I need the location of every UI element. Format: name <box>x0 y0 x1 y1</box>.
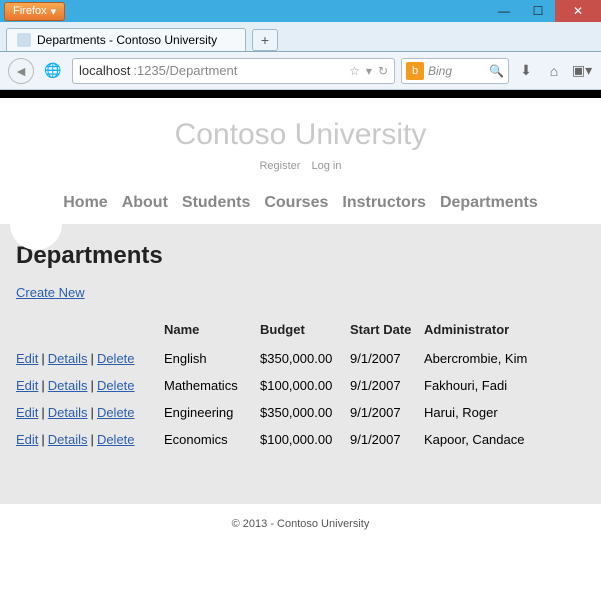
nav-departments[interactable]: Departments <box>440 194 538 212</box>
close-button[interactable]: ✕ <box>555 0 601 22</box>
edit-link[interactable]: Edit <box>16 405 38 420</box>
cell-administrator: Fakhouri, Fadi <box>424 372 535 399</box>
cell-budget: $100,000.00 <box>260 372 350 399</box>
footer: © 2013 - Contoso University <box>0 504 601 544</box>
dropdown-icon[interactable]: ▾ <box>366 64 372 78</box>
cell-start-date: 9/1/2007 <box>350 399 424 426</box>
firefox-menu-button[interactable]: Firefox ▾ <box>4 2 65 21</box>
details-link[interactable]: Details <box>48 351 88 366</box>
table-row: Edit|Details|DeleteEnglish$350,000.009/1… <box>16 345 535 372</box>
delete-link[interactable]: Delete <box>97 405 135 420</box>
delete-link[interactable]: Delete <box>97 432 135 447</box>
nav-home[interactable]: Home <box>63 194 107 212</box>
browser-tab[interactable]: Departments - Contoso University <box>6 28 246 51</box>
cell-budget: $350,000.00 <box>260 399 350 426</box>
cell-start-date: 9/1/2007 <box>350 426 424 453</box>
nav-courses[interactable]: Courses <box>264 194 328 212</box>
cell-actions: Edit|Details|Delete <box>16 345 164 372</box>
cell-name: Mathematics <box>164 372 260 399</box>
window-controls: — ☐ ✕ <box>487 0 601 22</box>
table-row: Edit|Details|DeleteEconomics$100,000.009… <box>16 426 535 453</box>
cell-actions: Edit|Details|Delete <box>16 426 164 453</box>
download-icon[interactable]: ⬇ <box>515 60 537 82</box>
tab-bar: Departments - Contoso University + <box>0 22 601 52</box>
cell-name: English <box>164 345 260 372</box>
create-new-link[interactable]: Create New <box>16 285 85 300</box>
bookmark-icon[interactable]: ☆ <box>349 64 360 78</box>
home-icon[interactable]: ⌂ <box>543 60 565 82</box>
bookmarks-menu-icon[interactable]: ▣▾ <box>571 60 593 82</box>
page-icon <box>17 33 31 47</box>
cell-administrator: Abercrombie, Kim <box>424 345 535 372</box>
col-name: Name <box>164 318 260 345</box>
details-link[interactable]: Details <box>48 405 88 420</box>
main-nav: Home About Students Courses Instructors … <box>0 182 601 224</box>
delete-link[interactable]: Delete <box>97 378 135 393</box>
search-placeholder: Bing <box>428 64 452 78</box>
page-title: Departments <box>16 242 585 270</box>
content-area: Departments Create New Name Budget Start… <box>0 224 601 504</box>
delete-link[interactable]: Delete <box>97 351 135 366</box>
cell-administrator: Kapoor, Candace <box>424 426 535 453</box>
search-icon[interactable]: 🔍 <box>489 64 504 78</box>
details-link[interactable]: Details <box>48 378 88 393</box>
edit-link[interactable]: Edit <box>16 432 38 447</box>
url-actions: ☆ ▾ ↻ <box>349 64 388 78</box>
nav-students[interactable]: Students <box>182 194 250 212</box>
details-link[interactable]: Details <box>48 432 88 447</box>
cell-name: Engineering <box>164 399 260 426</box>
nav-instructors[interactable]: Instructors <box>342 194 426 212</box>
back-button[interactable]: ◄ <box>8 58 34 84</box>
nav-toolbar: ◄ 🌐 localhost:1235/Department ☆ ▾ ↻ b Bi… <box>0 52 601 90</box>
table-row: Edit|Details|DeleteMathematics$100,000.0… <box>16 372 535 399</box>
browser-window: Firefox ▾ — ☐ ✕ Departments - Contoso Un… <box>0 0 601 595</box>
cell-start-date: 9/1/2007 <box>350 345 424 372</box>
maximize-button[interactable]: ☐ <box>521 0 555 22</box>
minimize-button[interactable]: — <box>487 0 521 22</box>
register-link[interactable]: Register <box>259 160 300 172</box>
avatar <box>10 198 62 250</box>
url-path: :1235/Department <box>133 63 237 78</box>
search-input[interactable]: b Bing 🔍 <box>401 58 509 84</box>
globe-icon: 🌐 <box>40 58 66 84</box>
bing-icon: b <box>406 62 424 80</box>
firefox-label: Firefox <box>13 5 47 17</box>
departments-table: Name Budget Start Date Administrator Edi… <box>16 318 535 453</box>
table-row: Edit|Details|DeleteEngineering$350,000.0… <box>16 399 535 426</box>
cell-start-date: 9/1/2007 <box>350 372 424 399</box>
cell-actions: Edit|Details|Delete <box>16 399 164 426</box>
edit-link[interactable]: Edit <box>16 378 38 393</box>
new-tab-button[interactable]: + <box>252 29 278 51</box>
chevron-down-icon: ▾ <box>51 5 57 18</box>
edit-link[interactable]: Edit <box>16 351 38 366</box>
nav-about[interactable]: About <box>122 194 168 212</box>
site-header: Contoso University Register Log in <box>0 98 601 182</box>
reload-icon[interactable]: ↻ <box>378 64 388 78</box>
col-administrator: Administrator <box>424 318 535 345</box>
col-budget: Budget <box>260 318 350 345</box>
tab-title: Departments - Contoso University <box>37 33 217 47</box>
col-actions <box>16 318 164 345</box>
cell-budget: $100,000.00 <box>260 426 350 453</box>
col-start-date: Start Date <box>350 318 424 345</box>
top-accent-bar <box>0 90 601 98</box>
cell-budget: $350,000.00 <box>260 345 350 372</box>
cell-administrator: Harui, Roger <box>424 399 535 426</box>
cell-actions: Edit|Details|Delete <box>16 372 164 399</box>
login-links: Register Log in <box>0 160 601 172</box>
url-input[interactable]: localhost:1235/Department ☆ ▾ ↻ <box>72 58 395 84</box>
titlebar: Firefox ▾ — ☐ ✕ <box>0 0 601 22</box>
login-link[interactable]: Log in <box>312 160 342 172</box>
cell-name: Economics <box>164 426 260 453</box>
table-header-row: Name Budget Start Date Administrator <box>16 318 535 345</box>
site-title: Contoso University <box>0 118 601 152</box>
url-host: localhost <box>79 63 130 78</box>
page-content: Contoso University Register Log in Home … <box>0 98 601 544</box>
